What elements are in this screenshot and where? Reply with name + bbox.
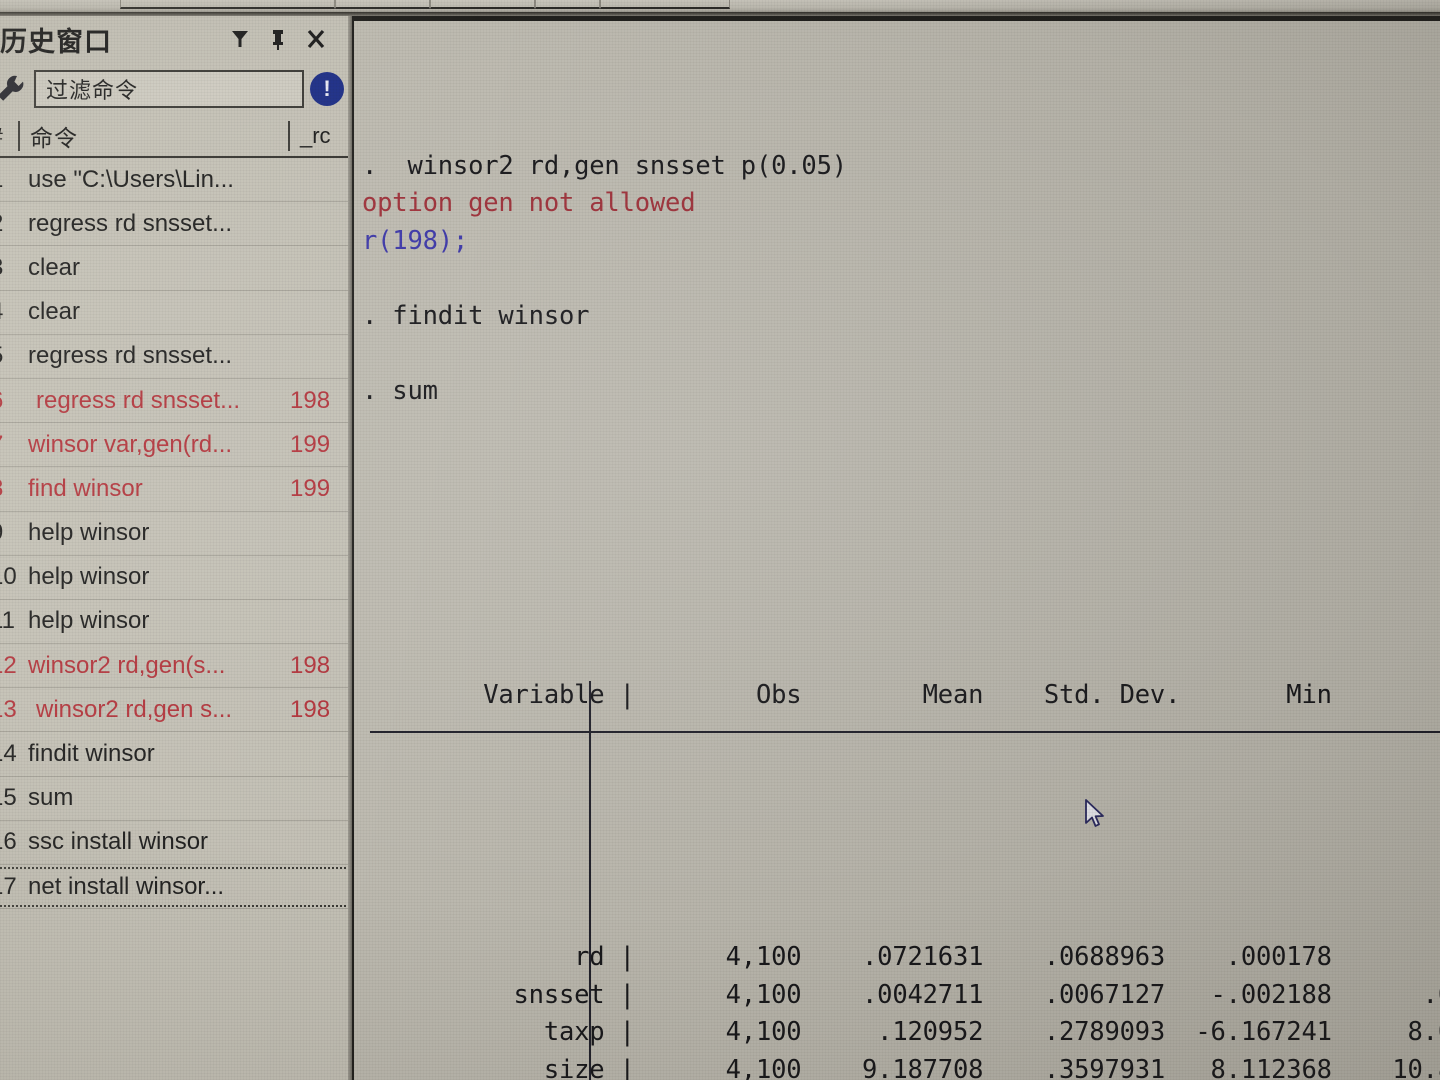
- history-row-number: 8: [0, 475, 28, 503]
- filter-icon[interactable]: [230, 28, 250, 50]
- table-rule-top: [370, 731, 1440, 733]
- history-row-7[interactable]: 7winsor var,gen(rd... 199: [0, 423, 352, 468]
- column-header-number: #: [0, 123, 14, 150]
- history-row-number: 17: [0, 872, 17, 900]
- history-command-list[interactable]: 1use "C:\Users\Lin... 2regress rd snsset…: [0, 158, 352, 1038]
- history-row-10[interactable]: 10 help winsor: [0, 556, 352, 600]
- history-row-number: 10: [0, 563, 17, 591]
- history-row-command: regress rd snsset...: [28, 209, 233, 237]
- console-top-line-7: . sum: [362, 375, 438, 406]
- history-row-5[interactable]: 5regress rd snsset...: [0, 335, 352, 379]
- history-row-rc: 199: [290, 474, 331, 502]
- history-row-command: winsor var,gen(rd...: [28, 430, 233, 458]
- history-pane-title: 历史窗口: [0, 26, 112, 57]
- table-data-row: snsset | 4,100 .0042711 .0067127 -.00218…: [362, 979, 1440, 1010]
- history-row-6[interactable]: 6 regress rd snsset... 198: [0, 379, 352, 424]
- table-data-row: rd | 4,100 .0721631 .0688963 .000178: [362, 942, 1332, 972]
- column-divider-1: [18, 121, 20, 151]
- history-row-8[interactable]: 8find winsor 199: [0, 467, 352, 512]
- history-row-1[interactable]: 1use "C:\Users\Lin...: [0, 158, 352, 203]
- history-row-number: 15: [0, 784, 17, 812]
- console-top-line-6: [362, 335, 1440, 373]
- table-data-row: taxp | 4,100 .120952 .2789093 -6.167241 …: [362, 1017, 1440, 1047]
- history-row-12[interactable]: 12 winsor2 rd,gen(s... 198: [0, 644, 352, 689]
- history-row-13[interactable]: 13 winsor2 rd,gen s... 198: [0, 688, 352, 733]
- history-row-number: 7: [0, 431, 28, 459]
- history-row-command: clear: [28, 298, 81, 326]
- history-row-command: clear: [28, 253, 81, 281]
- history-row-rc: 198: [290, 651, 331, 679]
- column-header-rc: _rc: [300, 123, 331, 148]
- history-row-number: 3: [0, 254, 28, 282]
- history-row-number: 16: [0, 828, 17, 856]
- history-row-4[interactable]: 4clear: [0, 291, 352, 335]
- results-window[interactable]: . winsor2 rd,gen snsset p(0.05) option ge…: [350, 16, 1440, 1080]
- stata-application-screenshot: 历史窗口 过滤命令 ! 命令 _rc use "C:\Users\Lin... …: [0, 0, 1440, 1080]
- console-top-line-2: option gen not allowed: [362, 188, 696, 218]
- history-row-command: net install winsor...: [28, 872, 225, 900]
- history-row-2[interactable]: 2regress rd snsset...: [0, 202, 352, 247]
- history-row-17[interactable]: 17 net install winsor...: [0, 865, 352, 910]
- history-row-command: findit winsor: [28, 740, 155, 768]
- column-header-command: 命令: [30, 125, 78, 151]
- history-pane-edge: [348, 16, 352, 1080]
- history-row-11[interactable]: 11 help winsor: [0, 600, 352, 645]
- history-row-3[interactable]: 3clear: [0, 246, 352, 291]
- table-header-row: Variable | Obs Mean Std. Dev. Min: [362, 679, 1332, 710]
- table-header-gap: [362, 827, 1440, 865]
- console-top-line-5: . findit winsor: [362, 300, 590, 331]
- wrench-icon[interactable]: [0, 72, 28, 106]
- history-pane-header: 历史窗口: [0, 16, 352, 62]
- history-column-header: # 命令 _rc: [0, 116, 352, 158]
- console-top-line-4: [362, 260, 1440, 298]
- history-row-command: regress rd snsset...: [36, 386, 241, 414]
- history-row-command: ssc install winsor: [28, 828, 209, 856]
- history-row-command: winsor2 rd,gen(s...: [28, 651, 226, 679]
- history-row-command: help winsor: [28, 607, 150, 635]
- history-row-number: 12: [0, 651, 17, 679]
- history-row-command: use "C:\Users\Lin...: [28, 165, 234, 193]
- console-top-line-8: [362, 410, 1440, 448]
- history-pane: 历史窗口 过滤命令 ! 命令 _rc use "C:\Users\Lin... …: [0, 16, 352, 1080]
- history-pane-tool-buttons: [230, 28, 326, 50]
- history-row-rc: 198: [290, 695, 331, 723]
- history-row-15[interactable]: 15 sum: [0, 777, 352, 821]
- history-row-number: 11: [0, 607, 15, 635]
- history-row-number: 5: [0, 342, 28, 370]
- filter-error-badge[interactable]: !: [310, 72, 344, 106]
- history-row-number: 13: [0, 695, 17, 723]
- console-top-block: . winsor2 rd,gen snsset p(0.05) option ge…: [362, 148, 1440, 448]
- history-row-number: 6: [0, 387, 28, 415]
- pin-icon[interactable]: [268, 28, 288, 50]
- table-body-group-1: rd | 4,100 .0721631 .0688963 .000178 sns…: [362, 939, 1440, 1080]
- results-console-text: . winsor2 rd,gen snsset p(0.05) option ge…: [354, 21, 1440, 1080]
- history-row-rc: 199: [290, 430, 331, 458]
- history-row-14[interactable]: 14 findit winsor: [0, 732, 352, 777]
- history-row-number: 9: [0, 519, 28, 547]
- table-data-row: size | 4,100 9.187708 .3597931 8.112368 …: [362, 1054, 1440, 1080]
- history-row-command: sum: [28, 784, 74, 812]
- filter-input[interactable]: 过滤命令: [34, 70, 304, 108]
- close-icon[interactable]: [306, 28, 326, 50]
- history-row-command: find winsor: [28, 474, 143, 502]
- history-row-number: 4: [0, 298, 28, 326]
- history-row-number: 2: [0, 210, 28, 238]
- history-row-command: help winsor: [28, 563, 150, 591]
- history-row-number: 14: [0, 740, 17, 768]
- history-filter-row: 过滤命令 !: [0, 62, 352, 116]
- history-row-rc: 198: [290, 386, 331, 414]
- history-row-command: regress rd snsset...: [28, 342, 233, 370]
- history-row-9[interactable]: 9help winsor: [0, 512, 352, 556]
- history-row-number: 1: [0, 166, 28, 194]
- console-top-line-3: r(198);: [362, 225, 469, 256]
- history-row-command: help winsor: [28, 519, 150, 547]
- console-top-line-1: . winsor2 rd,gen snsset p(0.05): [362, 150, 847, 181]
- summary-statistics-table: Variable | Obs Mean Std. Dev. Min rd | 4…: [362, 564, 1440, 1080]
- history-row-16[interactable]: 16 ssc install winsor: [0, 821, 352, 865]
- history-row-command: winsor2 rd,gen s...: [36, 695, 233, 723]
